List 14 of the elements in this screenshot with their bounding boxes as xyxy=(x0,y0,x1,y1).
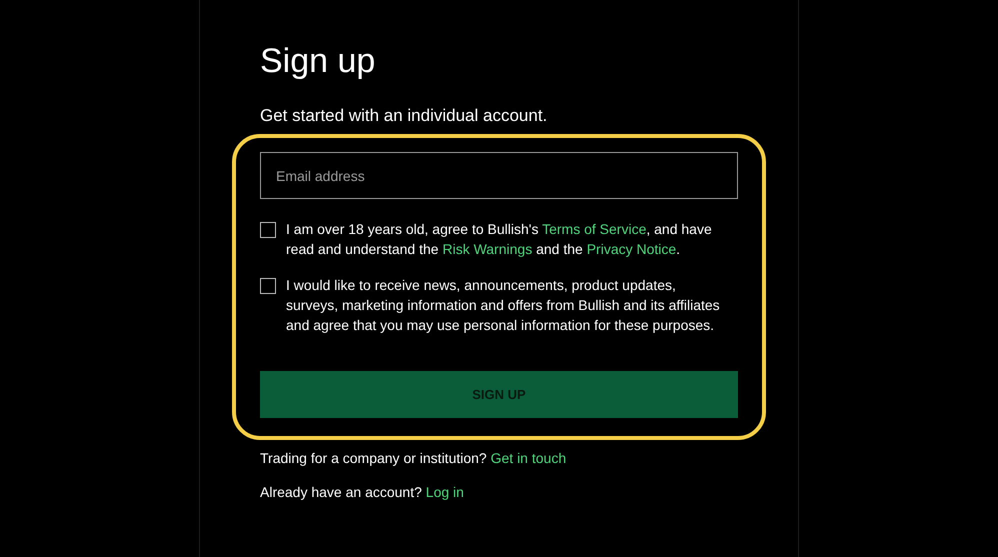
footer-text: Trading for a company or institution? Get in touch xyxy=(260,449,568,468)
footer-text: Already have an account? Log in xyxy=(260,483,465,502)
consent-text: I am over 18 years old, agree to Bullish's Terms of Service, and have read and understand the Risk Warnings and the Privacy Notice. xyxy=(286,220,713,259)
email-field[interactable]: Email address xyxy=(260,152,738,199)
link[interactable]: Get in touch xyxy=(490,450,566,466)
subtitle: Get started with an individual account. xyxy=(260,105,548,127)
page-title: Sign up xyxy=(260,41,376,82)
checkbox[interactable] xyxy=(260,278,276,294)
link[interactable]: Risk Warnings xyxy=(442,241,532,257)
link[interactable]: Privacy Notice xyxy=(586,241,676,257)
link[interactable]: Log in xyxy=(426,484,464,500)
consent-text: I would like to receive news, announcements, product updates, surveys, marketing information and offers from Bullish and its affiliates and agree that you may use personal information for these purposes. xyxy=(286,276,721,335)
link[interactable]: Terms of Service xyxy=(542,221,646,237)
checkbox[interactable] xyxy=(260,222,276,238)
